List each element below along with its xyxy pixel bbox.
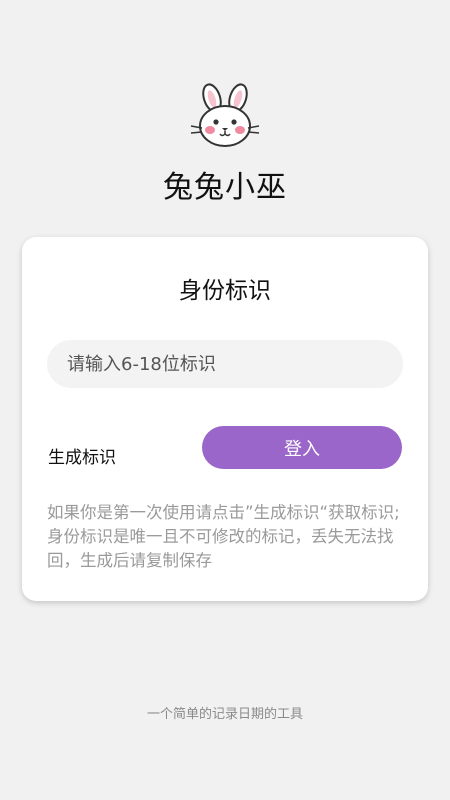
rabbit-icon <box>190 83 260 147</box>
app-title: 兔兔小巫 <box>163 170 287 205</box>
footer-tagline: 一个简单的记录日期的工具 <box>146 707 303 722</box>
notice-text: 如果你是第一次使用请点击”生成标识“获取标识;身份标识是唯一且不可修改的标记，丢… <box>47 503 400 570</box>
login-card: 身份标识 生成标识 登入 如果你是第一次使用请点击”生成标识“获取标识;身份标识… <box>22 237 428 601</box>
identity-input[interactable] <box>47 340 403 388</box>
card-title: 身份标识 <box>179 278 271 304</box>
login-button[interactable]: 登入 <box>202 426 402 469</box>
generate-identity-link[interactable]: 生成标识 <box>48 443 116 468</box>
